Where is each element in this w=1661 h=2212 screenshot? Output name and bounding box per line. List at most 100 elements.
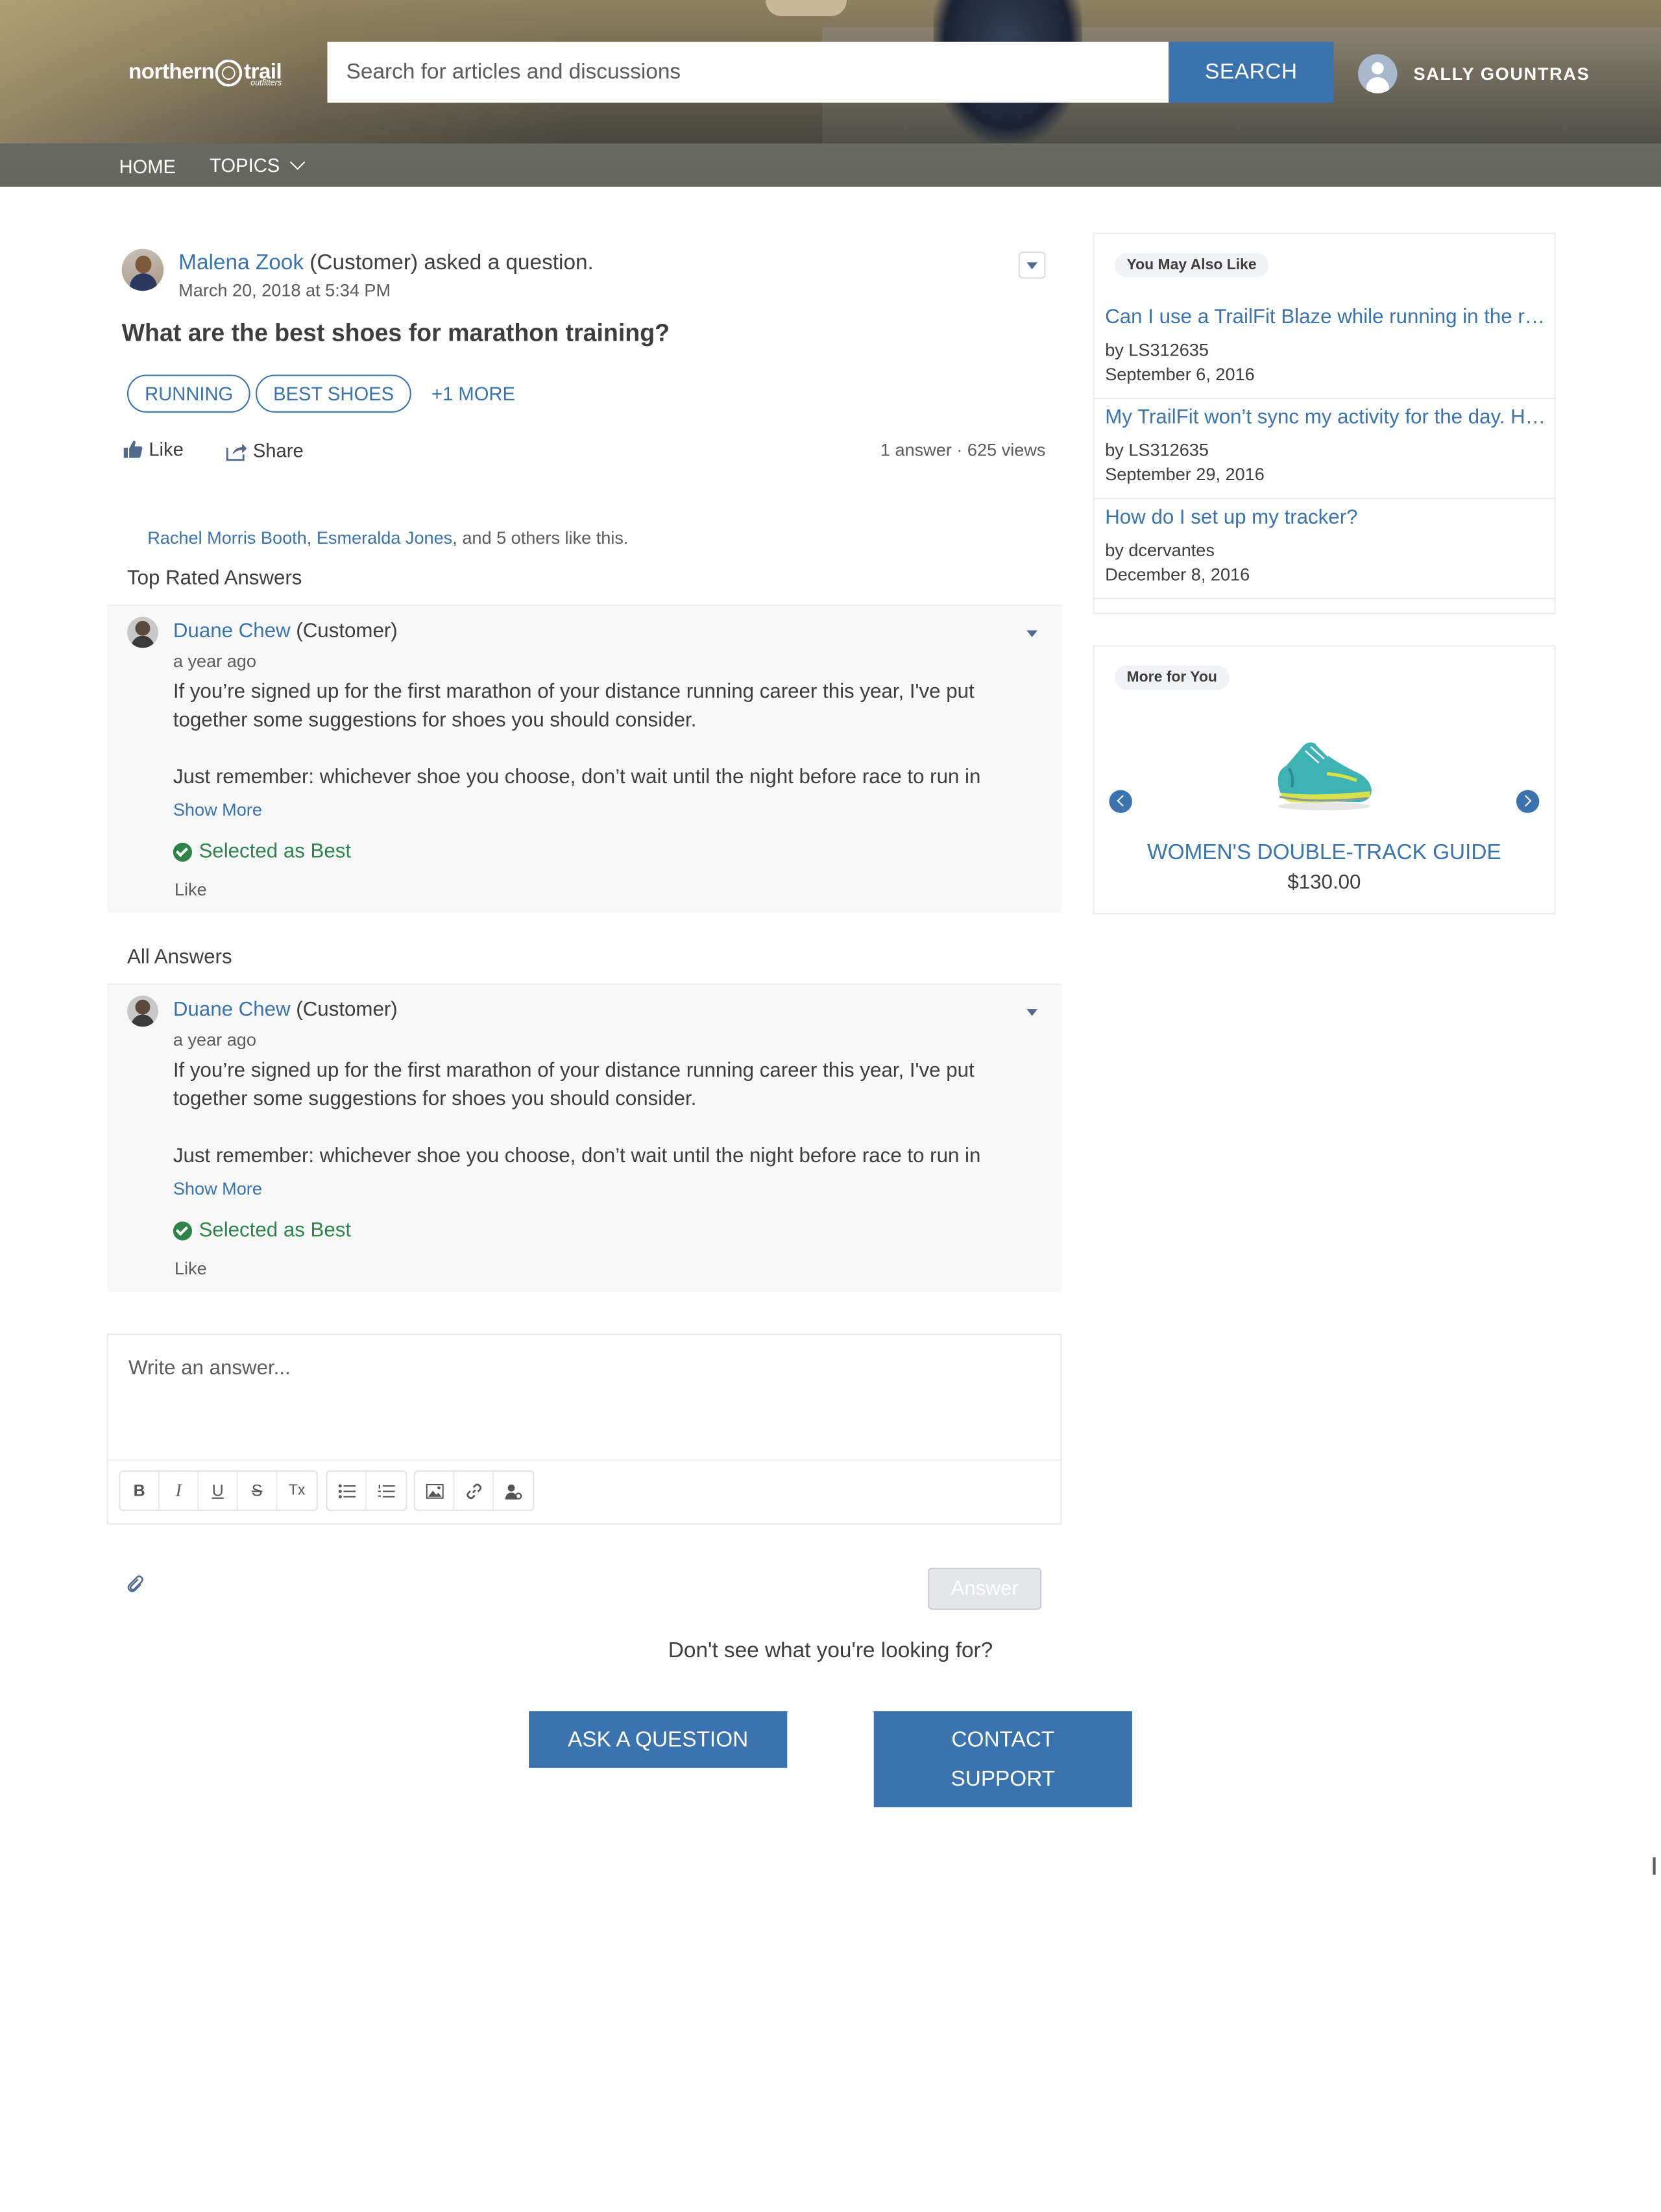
question-header: Malena Zook (Customer) asked a question. xyxy=(178,252,594,276)
related-item-title[interactable]: How do I set up my tracker? xyxy=(1105,506,1546,529)
answer-author-role: (Customer) xyxy=(290,619,398,643)
clear-format-button[interactable]: Tx xyxy=(277,1472,316,1509)
top-rated-heading: Top Rated Answers xyxy=(127,566,302,590)
answer-like-button[interactable]: Like xyxy=(175,1258,207,1278)
answer-author: Duane Chew (Customer) xyxy=(173,620,398,642)
more-topics-link[interactable]: +1 MORE xyxy=(431,383,515,404)
hero-runner-leg xyxy=(765,0,847,17)
insert-link-button[interactable] xyxy=(454,1472,494,1510)
bold-button[interactable]: B xyxy=(121,1472,160,1510)
answer-body: If you’re signed up for the first marath… xyxy=(173,677,1025,791)
related-item[interactable]: How do I set up my tracker? by dcervante… xyxy=(1094,499,1555,600)
nav-topics[interactable]: TOPICS xyxy=(210,154,306,176)
answer-like-button[interactable]: Like xyxy=(175,879,207,899)
answer-author: Duane Chew (Customer) xyxy=(173,999,398,1021)
related-item-date: December 8, 2016 xyxy=(1105,564,1250,585)
question-title: What are the best shoes for marathon tra… xyxy=(121,319,670,346)
top-answer-card: Duane Chew (Customer) a year ago If you’… xyxy=(106,604,1062,914)
ask-question-button[interactable]: ASK A QUESTION xyxy=(529,1711,788,1768)
nav-home[interactable]: HOME xyxy=(119,156,176,177)
submit-answer-button[interactable]: Answer xyxy=(928,1568,1042,1610)
user-name: SALLY GOUNTRAS xyxy=(1413,63,1590,84)
numbered-list-button[interactable] xyxy=(367,1472,406,1509)
insert-image-button[interactable] xyxy=(415,1472,455,1510)
strikethrough-button[interactable]: S xyxy=(238,1472,278,1510)
more-badge: More for You xyxy=(1114,665,1230,690)
topic-tag-running[interactable]: RUNNING xyxy=(127,374,251,413)
product-name[interactable]: WOMEN'S DOUBLE-TRACK GUIDE xyxy=(1095,842,1555,866)
related-item-title[interactable]: Can I use a TrailFit Blaze while running… xyxy=(1105,306,1546,328)
question-stats: 1 answer · 625 views xyxy=(880,439,1046,460)
scrollbar-thumb[interactable] xyxy=(1653,1857,1656,1875)
like-label: Like xyxy=(149,438,184,460)
related-item-author: by LS312635 xyxy=(1105,339,1209,360)
share-label: Share xyxy=(252,439,304,461)
more-for-you-card: More for You WOMEN'S DOUBLE-TRACK GUIDE … xyxy=(1093,645,1556,915)
answer-body: If you’re signed up for the first marath… xyxy=(173,1056,1025,1170)
mention-button[interactable] xyxy=(494,1472,533,1509)
product-shoe-image[interactable] xyxy=(1273,733,1376,814)
search-input[interactable] xyxy=(327,42,1169,103)
show-more-link[interactable]: Show More xyxy=(173,799,262,820)
related-item[interactable]: Can I use a TrailFit Blaze while running… xyxy=(1094,299,1555,399)
answer-textarea[interactable] xyxy=(108,1335,1061,1460)
image-icon xyxy=(425,1483,443,1498)
user-menu[interactable]: SALLY GOUNTRAS xyxy=(1358,54,1590,93)
related-item-author: by dcervantes xyxy=(1105,539,1215,561)
answer-actions-dropdown[interactable] xyxy=(1019,999,1046,1026)
numbered-list-icon xyxy=(378,1483,395,1497)
answer-time: a year ago xyxy=(173,650,256,672)
underline-button[interactable]: U xyxy=(199,1472,238,1510)
liker-link-2[interactable]: Esmeralda Jones xyxy=(317,528,452,548)
share-button[interactable]: Share xyxy=(226,440,304,461)
attachment-icon[interactable] xyxy=(126,1575,145,1594)
answer-author-link[interactable]: Duane Chew xyxy=(173,999,291,1021)
like-icon xyxy=(123,441,143,458)
related-item[interactable]: My TrailFit won’t sync my activity for t… xyxy=(1094,399,1555,500)
question-author-suffix: (Customer) asked a question. xyxy=(304,251,594,275)
contact-support-button[interactable]: CONTACT SUPPORT xyxy=(873,1711,1132,1808)
selected-as-best-label: Selected as Best xyxy=(199,1219,352,1242)
site-logo[interactable]: northern trail outfitters xyxy=(128,54,282,91)
liker-link-1[interactable]: Rachel Morris Booth xyxy=(147,528,307,548)
answer-author-link[interactable]: Duane Chew xyxy=(173,620,291,642)
user-icon xyxy=(505,1483,522,1499)
italic-button[interactable]: I xyxy=(160,1472,199,1510)
topic-tag-best-shoes[interactable]: BEST SHOES xyxy=(256,374,412,413)
answer-author-avatar[interactable] xyxy=(127,616,158,648)
chevron-right-icon[interactable] xyxy=(1516,790,1540,813)
related-item-date: September 29, 2016 xyxy=(1105,464,1265,485)
answer-author-avatar[interactable] xyxy=(127,995,158,1027)
answer-author-role: (Customer) xyxy=(290,998,398,1021)
user-avatar-icon xyxy=(1358,54,1398,93)
show-more-link[interactable]: Show More xyxy=(173,1178,262,1198)
related-item-title[interactable]: My TrailFit won’t sync my activity for t… xyxy=(1105,406,1546,428)
question-actions-dropdown[interactable] xyxy=(1018,251,1046,279)
related-badge: You May Also Like xyxy=(1114,252,1269,278)
check-circle-icon xyxy=(173,1221,193,1240)
like-button[interactable]: Like xyxy=(123,438,184,460)
product-price: $130.00 xyxy=(1287,871,1361,894)
related-questions-card: You May Also Like Can I use a TrailFit B… xyxy=(1093,232,1556,614)
bulleted-list-button[interactable] xyxy=(327,1472,367,1510)
composer-divider xyxy=(108,1459,1061,1461)
selected-as-best: Selected as Best xyxy=(173,1219,352,1242)
insert-toolbar-group xyxy=(413,1470,535,1511)
format-toolbar-group: B I U S Tx xyxy=(119,1470,318,1511)
answer-paragraph-1: If you’re signed up for the first marath… xyxy=(173,1059,975,1111)
related-item-author: by LS312635 xyxy=(1105,439,1209,460)
answer-time: a year ago xyxy=(173,1029,256,1050)
logo-mark-icon xyxy=(215,59,243,87)
all-answers-heading: All Answers xyxy=(127,945,232,969)
answer-composer: B I U S Tx xyxy=(106,1333,1062,1525)
answer-actions-dropdown[interactable] xyxy=(1019,620,1046,647)
related-item-date: September 6, 2016 xyxy=(1105,363,1255,385)
link-icon xyxy=(466,1483,481,1499)
chevron-left-icon[interactable] xyxy=(1109,790,1132,813)
question-author-link[interactable]: Malena Zook xyxy=(178,252,304,274)
search-button[interactable]: SEARCH xyxy=(1169,42,1334,103)
answer-paragraph-2: Just remember: whichever shoe you choose… xyxy=(173,765,981,789)
selected-as-best-label: Selected as Best xyxy=(199,840,352,864)
question-author-avatar[interactable] xyxy=(121,249,164,291)
logo-subtitle: outfitters xyxy=(250,79,282,88)
